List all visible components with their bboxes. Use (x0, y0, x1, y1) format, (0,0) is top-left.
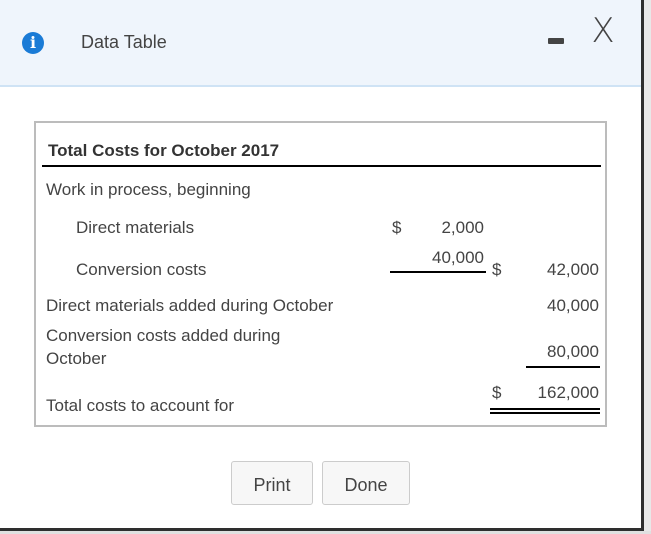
heading-rule (42, 165, 601, 167)
double-rule-bottom (490, 412, 600, 414)
cost-table: Total Costs for October 2017 Work in pro… (34, 121, 607, 427)
double-rule-top (490, 408, 600, 410)
currency-sign: $ (492, 383, 502, 402)
minimize-icon (548, 38, 564, 44)
dialog-title: Data Table (81, 32, 167, 52)
row-label-dm-added: Direct materials added during October (46, 296, 334, 315)
done-button[interactable]: Done (322, 461, 410, 505)
row-label-conversion-costs: Conversion costs (76, 260, 207, 279)
minimize-button[interactable] (546, 30, 568, 50)
info-icon: i (22, 32, 44, 54)
row-label-total-costs: Total costs to account for (46, 396, 235, 415)
value-wip-beginning-total: 42,000 (547, 260, 599, 279)
value-dm-added: 40,000 (547, 296, 599, 315)
value-cc-added: 80,000 (547, 342, 599, 361)
currency-sign: $ (492, 260, 502, 279)
value-direct-materials: 2,000 (441, 218, 484, 237)
row-label-cc-added-line1: Conversion costs added during (46, 326, 281, 345)
close-icon: X (591, 11, 615, 51)
subtotal-rule (390, 271, 486, 273)
close-button[interactable]: X (588, 14, 618, 48)
value-total-costs: 162,000 (537, 383, 599, 402)
dialog-header: i Data Table X (0, 0, 641, 87)
data-table-dialog: i Data Table X Total Costs for October 2… (0, 0, 644, 531)
background-window-edge (644, 0, 651, 534)
print-button[interactable]: Print (231, 461, 313, 505)
row-label-direct-materials: Direct materials (76, 218, 195, 237)
table-heading: Total Costs for October 2017 (48, 141, 280, 160)
row-label-wip-beginning: Work in process, beginning (46, 180, 251, 199)
sum-rule (526, 366, 600, 368)
row-label-cc-added-line2: October (46, 349, 107, 368)
currency-sign: $ (392, 218, 402, 237)
value-conversion-costs: 40,000 (432, 248, 484, 267)
